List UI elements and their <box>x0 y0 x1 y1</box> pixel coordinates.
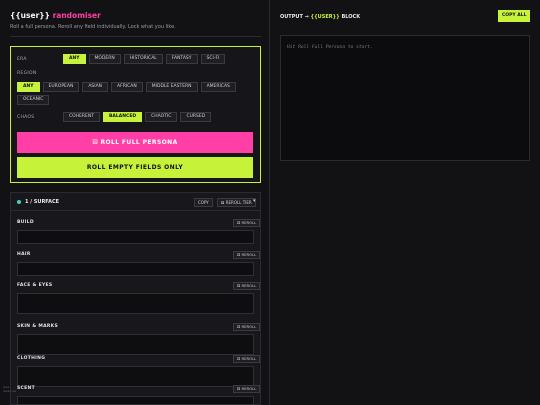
tier-status-dot <box>17 200 21 204</box>
chaos-label: CHAOS <box>17 115 35 120</box>
skin-marks-textarea[interactable] <box>17 334 254 355</box>
region-chip-oceanic[interactable]: OCEANIC <box>17 95 50 105</box>
output-title: OUTPUT → {{USER}} BLOCK <box>280 14 360 20</box>
clothing-textarea[interactable] <box>17 366 254 387</box>
chaos-chip-cursed[interactable]: CURSED <box>180 112 212 122</box>
output-pane: OUTPUT → {{USER}} BLOCK COPY ALL Hit Rol… <box>280 0 531 405</box>
left-pane: {{user}} randomiser Roll a full persona.… <box>10 0 261 405</box>
field-label-face-eyes: FACE & EYES <box>17 283 53 288</box>
field-label-scent: SCENT <box>17 386 35 391</box>
field-label-clothing: CLOTHING <box>17 356 46 361</box>
chevron-down-icon[interactable]: ▾ <box>253 198 256 204</box>
field-label-hair: HAIR <box>17 252 31 257</box>
output-title-user: {{USER}} <box>310 14 340 20</box>
tier-surface-panel: 1 / SURFACE COPY ⚄ REROLL TIER ▾ BUILD ⚄… <box>10 192 261 405</box>
era-chip-fantasy[interactable]: FANTASY <box>165 54 198 64</box>
reroll-scent-button[interactable]: ⚄ REROLL <box>233 385 261 393</box>
corner-watermark: ▪▪▪ ▪▪▪▪ ▪▪ <box>3 385 17 393</box>
era-chip-any[interactable]: ANY <box>63 54 86 64</box>
build-input[interactable] <box>17 230 254 244</box>
reroll-clothing-button[interactable]: ⚄ REROLL <box>233 355 261 363</box>
era-label: ERA <box>17 57 27 62</box>
pane-divider <box>269 0 270 405</box>
region-chip-any[interactable]: ANY <box>17 82 40 92</box>
reroll-hair-button[interactable]: ⚄ REROLL <box>233 251 261 259</box>
app-title: {{user}} randomiser <box>10 11 101 20</box>
output-title-suffix: BLOCK <box>341 14 361 20</box>
region-chip-european[interactable]: EUROPEAN <box>42 82 80 92</box>
header-divider <box>10 36 261 37</box>
controls-panel: ERA ANY MODERN HISTORICAL FANTASY SCI-FI… <box>10 46 261 183</box>
region-options: ANY EUROPEAN ASIAN AFRICAN MIDDLE EASTER… <box>17 82 249 105</box>
tier-copy-button[interactable]: COPY <box>194 198 213 207</box>
face-eyes-textarea[interactable] <box>17 293 254 314</box>
app-subtitle: Roll a full persona. Reroll any field in… <box>10 24 176 30</box>
output-placeholder: Hit Roll Full Persona to start. <box>287 45 373 50</box>
era-chip-sci-fi[interactable]: SCI-FI <box>200 54 226 64</box>
roll-empty-fields-button[interactable]: ROLL EMPTY FIELDS ONLY <box>17 157 253 178</box>
field-label-skin-marks: SKIN & MARKS <box>17 324 58 329</box>
field-label-build: BUILD <box>17 220 34 225</box>
reroll-build-button[interactable]: ⚄ REROLL <box>233 219 261 227</box>
chaos-chip-balanced[interactable]: BALANCED <box>103 112 143 122</box>
reroll-tier-button[interactable]: ⚄ REROLL TIER <box>217 198 256 207</box>
region-chip-americas[interactable]: AMERICAS <box>200 82 236 92</box>
region-label: REGION <box>17 71 37 76</box>
era-chip-historical[interactable]: HISTORICAL <box>123 54 163 64</box>
roll-full-persona-button[interactable]: ⚄ ROLL FULL PERSONA <box>17 132 253 153</box>
chaos-chip-chaotic[interactable]: CHAOTIC <box>145 112 178 122</box>
copy-all-button[interactable]: COPY ALL <box>498 10 531 22</box>
region-chip-african[interactable]: AFRICAN <box>111 82 143 92</box>
chaos-chip-coherent[interactable]: COHERENT <box>63 112 100 122</box>
app-title-word: randomiser <box>52 11 101 20</box>
scent-input[interactable] <box>17 396 254 405</box>
era-options: ANY MODERN HISTORICAL FANTASY SCI-FI <box>63 54 295 64</box>
tier-title: 1 / SURFACE <box>25 199 60 205</box>
reroll-face-eyes-button[interactable]: ⚄ REROLL <box>233 282 261 290</box>
tier-header[interactable]: 1 / SURFACE COPY ⚄ REROLL TIER ▾ <box>11 193 260 211</box>
app-title-brace: {{user}} <box>10 11 50 20</box>
hair-input[interactable] <box>17 262 254 276</box>
output-box[interactable]: Hit Roll Full Persona to start. <box>280 35 530 161</box>
reroll-skin-marks-button[interactable]: ⚄ REROLL <box>233 323 261 331</box>
region-chip-asian[interactable]: ASIAN <box>82 82 109 92</box>
chaos-options: COHERENT BALANCED CHAOTIC CURSED <box>63 112 212 122</box>
era-chip-modern[interactable]: MODERN <box>88 54 121 64</box>
region-chip-middle-eastern[interactable]: MIDDLE EASTERN <box>145 82 198 92</box>
output-title-prefix: OUTPUT → <box>280 14 309 20</box>
